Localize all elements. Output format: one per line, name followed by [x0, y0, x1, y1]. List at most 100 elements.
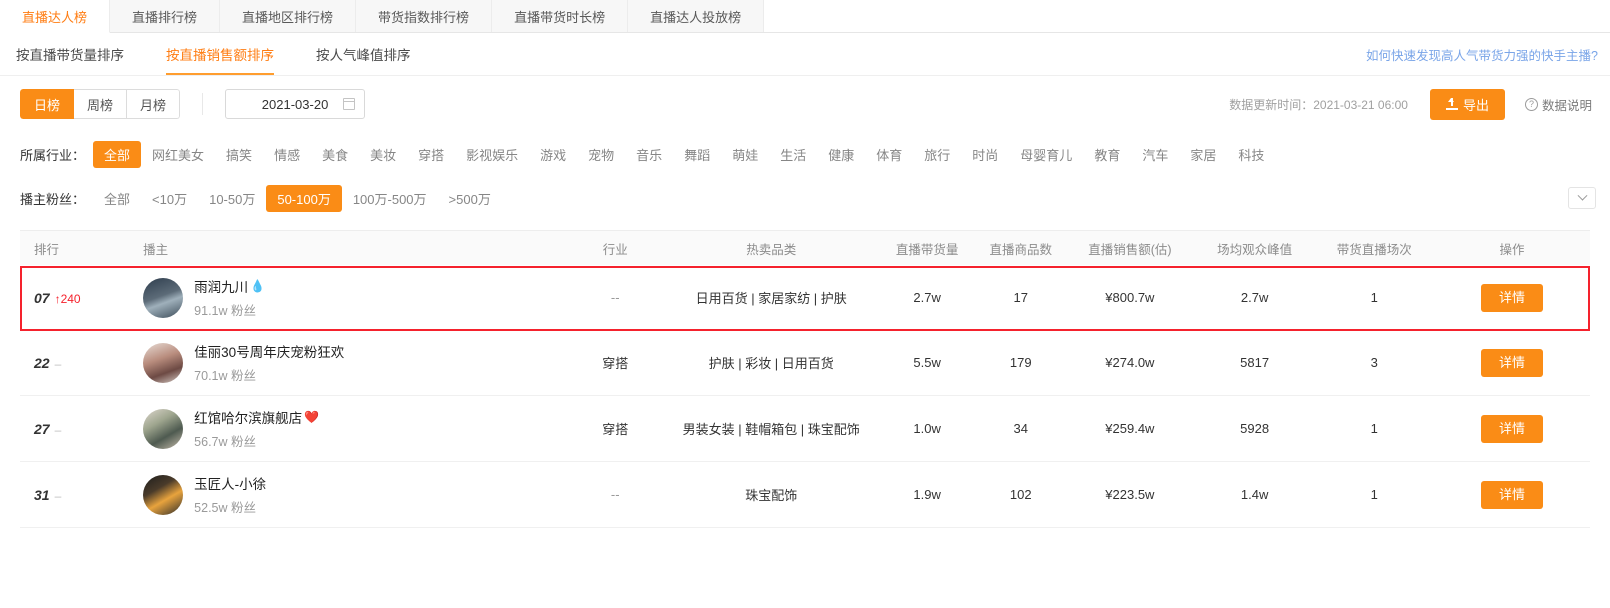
sort-tab-1[interactable]: 按直播销售额排序 [166, 33, 274, 75]
host-name[interactable]: 雨润九川 💧 [194, 276, 265, 296]
sessions-cell: 1 [1314, 461, 1434, 528]
categories-cell: 护肤 | 彩妆 | 日用百货 [664, 330, 878, 396]
volume-cell: 5.5w [877, 330, 977, 396]
rank-delta: – [54, 488, 62, 503]
top-tab-0[interactable]: 直播达人榜 [0, 0, 111, 33]
detail-button[interactable]: 详情 [1480, 283, 1543, 312]
fans-filter-options: 全部 <10万 10-50万 50-100万 100万-500万 >500万 [93, 184, 502, 212]
host-name[interactable]: 玉匠人-小徐 [194, 473, 266, 493]
top-tab-4[interactable]: 直播带货时长榜 [492, 0, 629, 32]
industry-cell: -- [565, 461, 665, 528]
top-tab-3[interactable]: 带货指数排行榜 [356, 0, 493, 32]
fans-chip-0[interactable]: 全部 [93, 185, 141, 212]
action-cell: 详情 [1434, 265, 1590, 330]
industry-chip-1[interactable]: 网红美女 [141, 141, 215, 168]
table-body: 07 ↑240 雨润九川 💧 91.1w 粉丝 -- 日用百货 | 家居家纺 | 护肤 2.7… [20, 265, 1590, 528]
industry-chip-16[interactable]: 旅行 [913, 141, 961, 168]
detail-button[interactable]: 详情 [1480, 348, 1543, 377]
top-tab-label: 直播排行榜 [132, 9, 198, 25]
host-fans: 52.5w 粉丝 [194, 501, 257, 515]
sales-cell: ¥223.5w [1064, 461, 1195, 528]
industry-chip-22[interactable]: 科技 [1227, 141, 1275, 168]
peak-cell: 5817 [1194, 330, 1315, 396]
industry-chip-5[interactable]: 美妆 [359, 141, 407, 168]
top-tab-label: 带货指数排行榜 [378, 9, 470, 25]
column-header-8: 带货直播场次 [1314, 231, 1434, 265]
peak-cell: 2.7w [1240, 290, 1269, 305]
products-cell: 102 [976, 461, 1065, 528]
ranking-table: 排行 播主 行业 热卖品类 直播带货量 直播商品数 直播销售额(估) 场均观众峰值 带货直播场次… [20, 231, 1590, 528]
industry-chip-7[interactable]: 影视娱乐 [455, 141, 529, 168]
fans-chip-4[interactable]: 100万-500万 [342, 185, 438, 212]
period-option-1[interactable]: 周榜 [74, 89, 128, 119]
period-option-0[interactable]: 日榜 [20, 89, 75, 119]
sort-tab-bar: 按直播带货量排序 按直播销售额排序 按人气峰值排序 如何快速发现高人气带货力强的快手… [0, 33, 1610, 76]
industry-chip-10[interactable]: 音乐 [625, 141, 673, 168]
volume-cell: 2.7w [913, 290, 941, 305]
industry-chip-8[interactable]: 游戏 [529, 141, 577, 168]
top-tab-label: 直播地区排行榜 [242, 9, 334, 25]
industry-chip-21[interactable]: 家居 [1179, 141, 1227, 168]
host-cell: 玉匠人-小徐 52.5w 粉丝 [129, 461, 566, 528]
filter-collapse-button[interactable] [1568, 187, 1596, 209]
industry-chip-20[interactable]: 汽车 [1131, 141, 1179, 168]
industry-chip-3[interactable]: 情感 [263, 141, 311, 168]
detail-button[interactable]: 详情 [1480, 480, 1543, 509]
help-link[interactable]: 如何快速发现高人气带货力强的快手主播? [1366, 45, 1598, 64]
avatar[interactable] [143, 277, 184, 318]
avatar[interactable] [143, 342, 184, 383]
detail-button[interactable]: 详情 [1480, 414, 1543, 443]
industry-chip-15[interactable]: 体育 [865, 141, 913, 168]
industry-chip-6[interactable]: 穿搭 [407, 141, 455, 168]
table-row[interactable]: 27– 红馆哈尔滨旗舰店 ❤️ 56.7w 粉丝 穿搭 男装女装 | 鞋帽箱包 | 珠宝配… [20, 395, 1590, 462]
column-header-2: 行业 [565, 231, 665, 265]
industry-chip-4[interactable]: 美食 [311, 141, 359, 168]
rank-cell: 27– [20, 395, 130, 462]
date-picker-value: 2021-03-20 [261, 96, 329, 112]
fans-chip-1[interactable]: <10万 [141, 185, 198, 212]
top-tab-label: 直播带货时长榜 [514, 9, 606, 25]
column-header-1: 播主 [129, 231, 566, 265]
industry-chip-13[interactable]: 生活 [769, 141, 817, 168]
avatar[interactable] [143, 408, 184, 449]
industry-chip-0[interactable]: 全部 [93, 140, 142, 168]
host-name[interactable]: 佳丽30号周年庆宠粉狂欢 [194, 341, 344, 361]
export-button[interactable]: 导出 [1429, 88, 1505, 120]
categories-cell: 男装女装 | 鞋帽箱包 | 珠宝配饰 [664, 395, 878, 462]
fans-chip-5[interactable]: >500万 [438, 185, 502, 212]
fans-chip-2[interactable]: 10-50万 [198, 185, 266, 212]
date-picker[interactable]: 2021-03-20 [225, 89, 366, 119]
action-cell: 详情 [1433, 330, 1590, 396]
table-row[interactable]: 31– 玉匠人-小徐 52.5w 粉丝 -- 珠宝配饰 1.9w 102 ¥223.5w 1.4… [20, 461, 1590, 528]
top-tab-1[interactable]: 直播排行榜 [110, 0, 221, 32]
sort-tab-0[interactable]: 按直播带货量排序 [16, 33, 124, 75]
sales-cell: ¥800.7w [1105, 290, 1155, 305]
avatar[interactable] [143, 474, 184, 515]
host-name[interactable]: 红馆哈尔滨旗舰店 ❤️ [194, 407, 319, 427]
industry-chip-12[interactable]: 萌娃 [721, 141, 769, 168]
table-row[interactable]: 22– 佳丽30号周年庆宠粉狂欢 70.1w 粉丝 穿搭 护肤 | 彩妆 | 日用百货 5… [20, 330, 1590, 396]
products-cell: 34 [976, 395, 1065, 462]
industry-chip-19[interactable]: 教育 [1083, 141, 1131, 168]
industry-chip-11[interactable]: 舞蹈 [673, 141, 721, 168]
industry-chip-14[interactable]: 健康 [817, 141, 865, 168]
chevron-down-icon [1577, 190, 1587, 201]
ranking-table-wrapper: 排行 播主 行业 热卖品类 直播带货量 直播商品数 直播销售额(估) 场均观众峰值 带货直播场次… [20, 230, 1590, 528]
industry-chip-17[interactable]: 时尚 [961, 141, 1009, 168]
sort-tab-2[interactable]: 按人气峰值排序 [316, 33, 411, 75]
column-header-7: 场均观众峰值 [1194, 231, 1315, 265]
fans-chip-3[interactable]: 50-100万 [266, 184, 342, 212]
host-name-text: 雨润九川 [194, 280, 249, 295]
data-note-link[interactable]: ? 数据说明 [1524, 95, 1592, 114]
industry-cell: 穿搭 [565, 395, 665, 462]
sessions-cell: 3 [1314, 330, 1434, 396]
top-tab-2[interactable]: 直播地区排行榜 [220, 0, 357, 32]
industry-chip-18[interactable]: 母婴育儿 [1009, 141, 1083, 168]
industry-chip-2[interactable]: 搞笑 [215, 141, 263, 168]
industry-chip-9[interactable]: 宠物 [577, 141, 625, 168]
top-tab-bar: 直播达人榜 直播排行榜 直播地区排行榜 带货指数排行榜 直播带货时长榜 直播达人投放榜 [0, 0, 1610, 33]
sales-cell: ¥259.4w [1064, 395, 1195, 462]
top-tab-5[interactable]: 直播达人投放榜 [628, 0, 765, 32]
period-option-2[interactable]: 月榜 [127, 89, 181, 119]
table-row[interactable]: 07 ↑240 雨润九川 💧 91.1w 粉丝 -- 日用百货 | 家居家纺 | 护肤 2.7… [20, 265, 1590, 330]
